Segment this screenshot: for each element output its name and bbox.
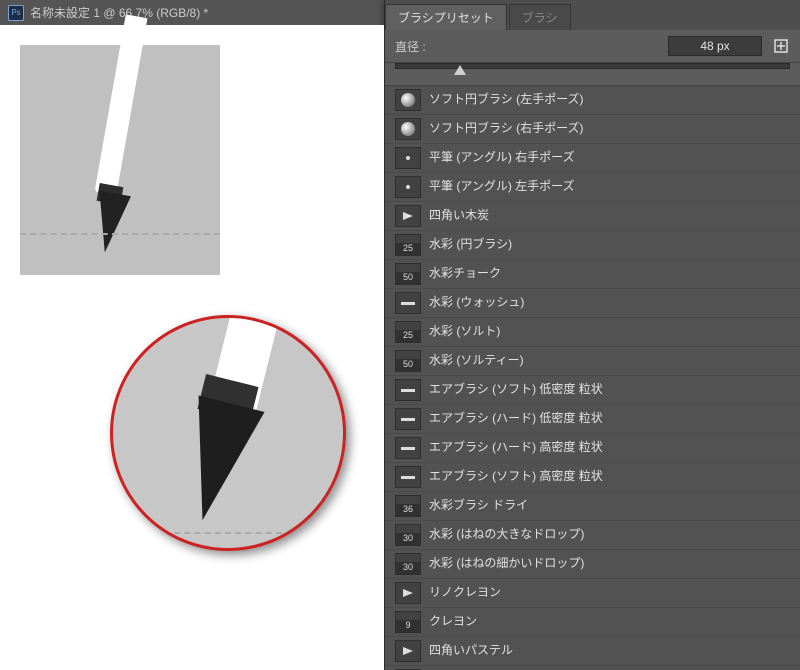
brush-item-label: ソフト円ブラシ (左手ポーズ) (429, 92, 584, 108)
brush-size-number: 9 (396, 620, 420, 632)
brush-item[interactable]: 50 水彩チョーク (385, 260, 800, 289)
size-label: 直径 : (395, 38, 426, 55)
brush-thumb-icon (395, 379, 421, 401)
brush-thumb-icon (395, 466, 421, 488)
brush-item-label: 四角い木炭 (429, 208, 489, 224)
brush-item-label: エアブラシ (ハード) 低密度 粒状 (429, 411, 603, 427)
brush-thumb-icon (395, 582, 421, 604)
brush-item[interactable]: 9 クレヨン (385, 608, 800, 637)
brush-thumb-icon: 50 (395, 350, 421, 372)
brush-list[interactable]: ソフト円ブラシ (左手ポーズ) ソフト円ブラシ (右手ポーズ) 平筆 (アングル) … (385, 86, 800, 670)
brush-item[interactable]: エアブラシ (ハード) 低密度 粒状 (385, 405, 800, 434)
brush-item[interactable]: エアブラシ (ハード) 高密度 粒状 (385, 434, 800, 463)
brush-item-label: 水彩 (はねの大きなドロップ) (429, 527, 584, 543)
brush-item-label: 水彩ブラシ ドライ (429, 498, 528, 514)
brush-thumb-icon (395, 640, 421, 662)
brush-thumb-icon (395, 89, 421, 111)
brush-size-number: 50 (396, 272, 420, 284)
tab-brush-preset[interactable]: ブラシプリセット (385, 4, 507, 30)
brush-thumb-icon: 50 (395, 263, 421, 285)
brush-item[interactable]: 三角形のパステル (385, 666, 800, 670)
photoshop-icon: Ps (8, 5, 24, 21)
brush-item[interactable]: 30 水彩 (はねの細かいドロップ) (385, 550, 800, 579)
brush-item-label: クレヨン (429, 614, 477, 630)
brush-item[interactable]: 30 水彩 (はねの大きなドロップ) (385, 521, 800, 550)
brush-size-number: 30 (396, 562, 420, 574)
brush-thumb-icon (395, 437, 421, 459)
brush-size-input[interactable] (668, 36, 762, 56)
brush-item[interactable]: ソフト円ブラシ (左手ポーズ) (385, 86, 800, 115)
tab-brush[interactable]: ブラシ (509, 4, 571, 30)
brush-thumb-icon: 9 (395, 611, 421, 633)
brush-item[interactable]: エアブラシ (ソフト) 低密度 粒状 (385, 376, 800, 405)
document-tab[interactable]: Ps 名称未設定 1 @ 66.7% (RGB/8) * (0, 0, 384, 25)
brush-item-label: 平筆 (アングル) 右手ポーズ (429, 150, 575, 166)
brush-item-label: エアブラシ (ソフト) 高密度 粒状 (429, 469, 603, 485)
brush-thumb-icon: 30 (395, 524, 421, 546)
brush-size-row: 直径 : (385, 30, 800, 63)
brush-item[interactable]: リノクレヨン (385, 579, 800, 608)
brush-item-label: ソフト円ブラシ (右手ポーズ) (429, 121, 584, 137)
pen-preview (20, 45, 220, 275)
brush-item-label: 水彩 (はねの細かいドロップ) (429, 556, 584, 572)
brush-size-number: 25 (396, 330, 420, 342)
brush-size-number: 36 (396, 504, 420, 516)
brush-size-number: 25 (396, 243, 420, 255)
brush-item-label: 水彩 (円ブラシ) (429, 237, 512, 253)
brush-size-number: 30 (396, 533, 420, 545)
brush-item[interactable]: 25 水彩 (円ブラシ) (385, 231, 800, 260)
brush-thumb-icon: 25 (395, 234, 421, 256)
brush-item[interactable]: 平筆 (アングル) 左手ポーズ (385, 173, 800, 202)
brush-item[interactable]: 36 水彩ブラシ ドライ (385, 492, 800, 521)
brush-size-number: 50 (396, 359, 420, 371)
brush-item[interactable]: エアブラシ (ソフト) 高密度 粒状 (385, 463, 800, 492)
brush-thumb-icon (395, 147, 421, 169)
brush-thumb-icon (395, 408, 421, 430)
brush-item[interactable]: 四角い木炭 (385, 202, 800, 231)
brush-item[interactable]: 水彩 (ウォッシュ) (385, 289, 800, 318)
brush-item-label: 水彩 (ソルト) (429, 324, 500, 340)
canvas-area: Ps 名称未設定 1 @ 66.7% (RGB/8) * (0, 0, 384, 670)
brush-item[interactable]: 50 水彩 (ソルティー) (385, 347, 800, 376)
brush-thumb-icon (395, 205, 421, 227)
brush-item-label: エアブラシ (ハード) 高密度 粒状 (429, 440, 603, 456)
brush-size-slider[interactable] (385, 63, 800, 86)
panel-tabs: ブラシプリセット ブラシ (385, 0, 800, 30)
brush-panel: ブラシプリセット ブラシ 直径 : ソフト円ブラシ (左手ポーズ)ソフト円ブラシ… (384, 0, 800, 670)
brush-item[interactable]: 25 水彩 (ソルト) (385, 318, 800, 347)
brush-item-label: リノクレヨン (429, 585, 501, 601)
brush-item-label: 水彩 (ウォッシュ) (429, 295, 524, 311)
brush-thumb-icon: 36 (395, 495, 421, 517)
brush-thumb-icon: 30 (395, 553, 421, 575)
brush-thumb-icon (395, 292, 421, 314)
brush-item-label: 四角いパステル (429, 643, 513, 659)
brush-item[interactable]: 平筆 (アングル) 右手ポーズ (385, 144, 800, 173)
detail-zoom-circle (110, 315, 346, 551)
document-title: 名称未設定 1 @ 66.7% (RGB/8) * (30, 4, 208, 21)
brush-thumb-icon (395, 176, 421, 198)
brush-item-label: 平筆 (アングル) 左手ポーズ (429, 179, 575, 195)
brush-options-icon[interactable] (772, 37, 790, 55)
brush-item[interactable]: 四角いパステル (385, 637, 800, 666)
brush-item-label: 水彩 (ソルティー) (429, 353, 524, 369)
canvas-body[interactable] (0, 25, 384, 670)
brush-thumb-icon (395, 118, 421, 140)
slider-thumb-icon[interactable] (454, 65, 466, 75)
brush-item[interactable]: ソフト円ブラシ (右手ポーズ) (385, 115, 800, 144)
brush-item-label: エアブラシ (ソフト) 低密度 粒状 (429, 382, 603, 398)
brush-thumb-icon: 25 (395, 321, 421, 343)
brush-item-label: 水彩チョーク (429, 266, 501, 282)
